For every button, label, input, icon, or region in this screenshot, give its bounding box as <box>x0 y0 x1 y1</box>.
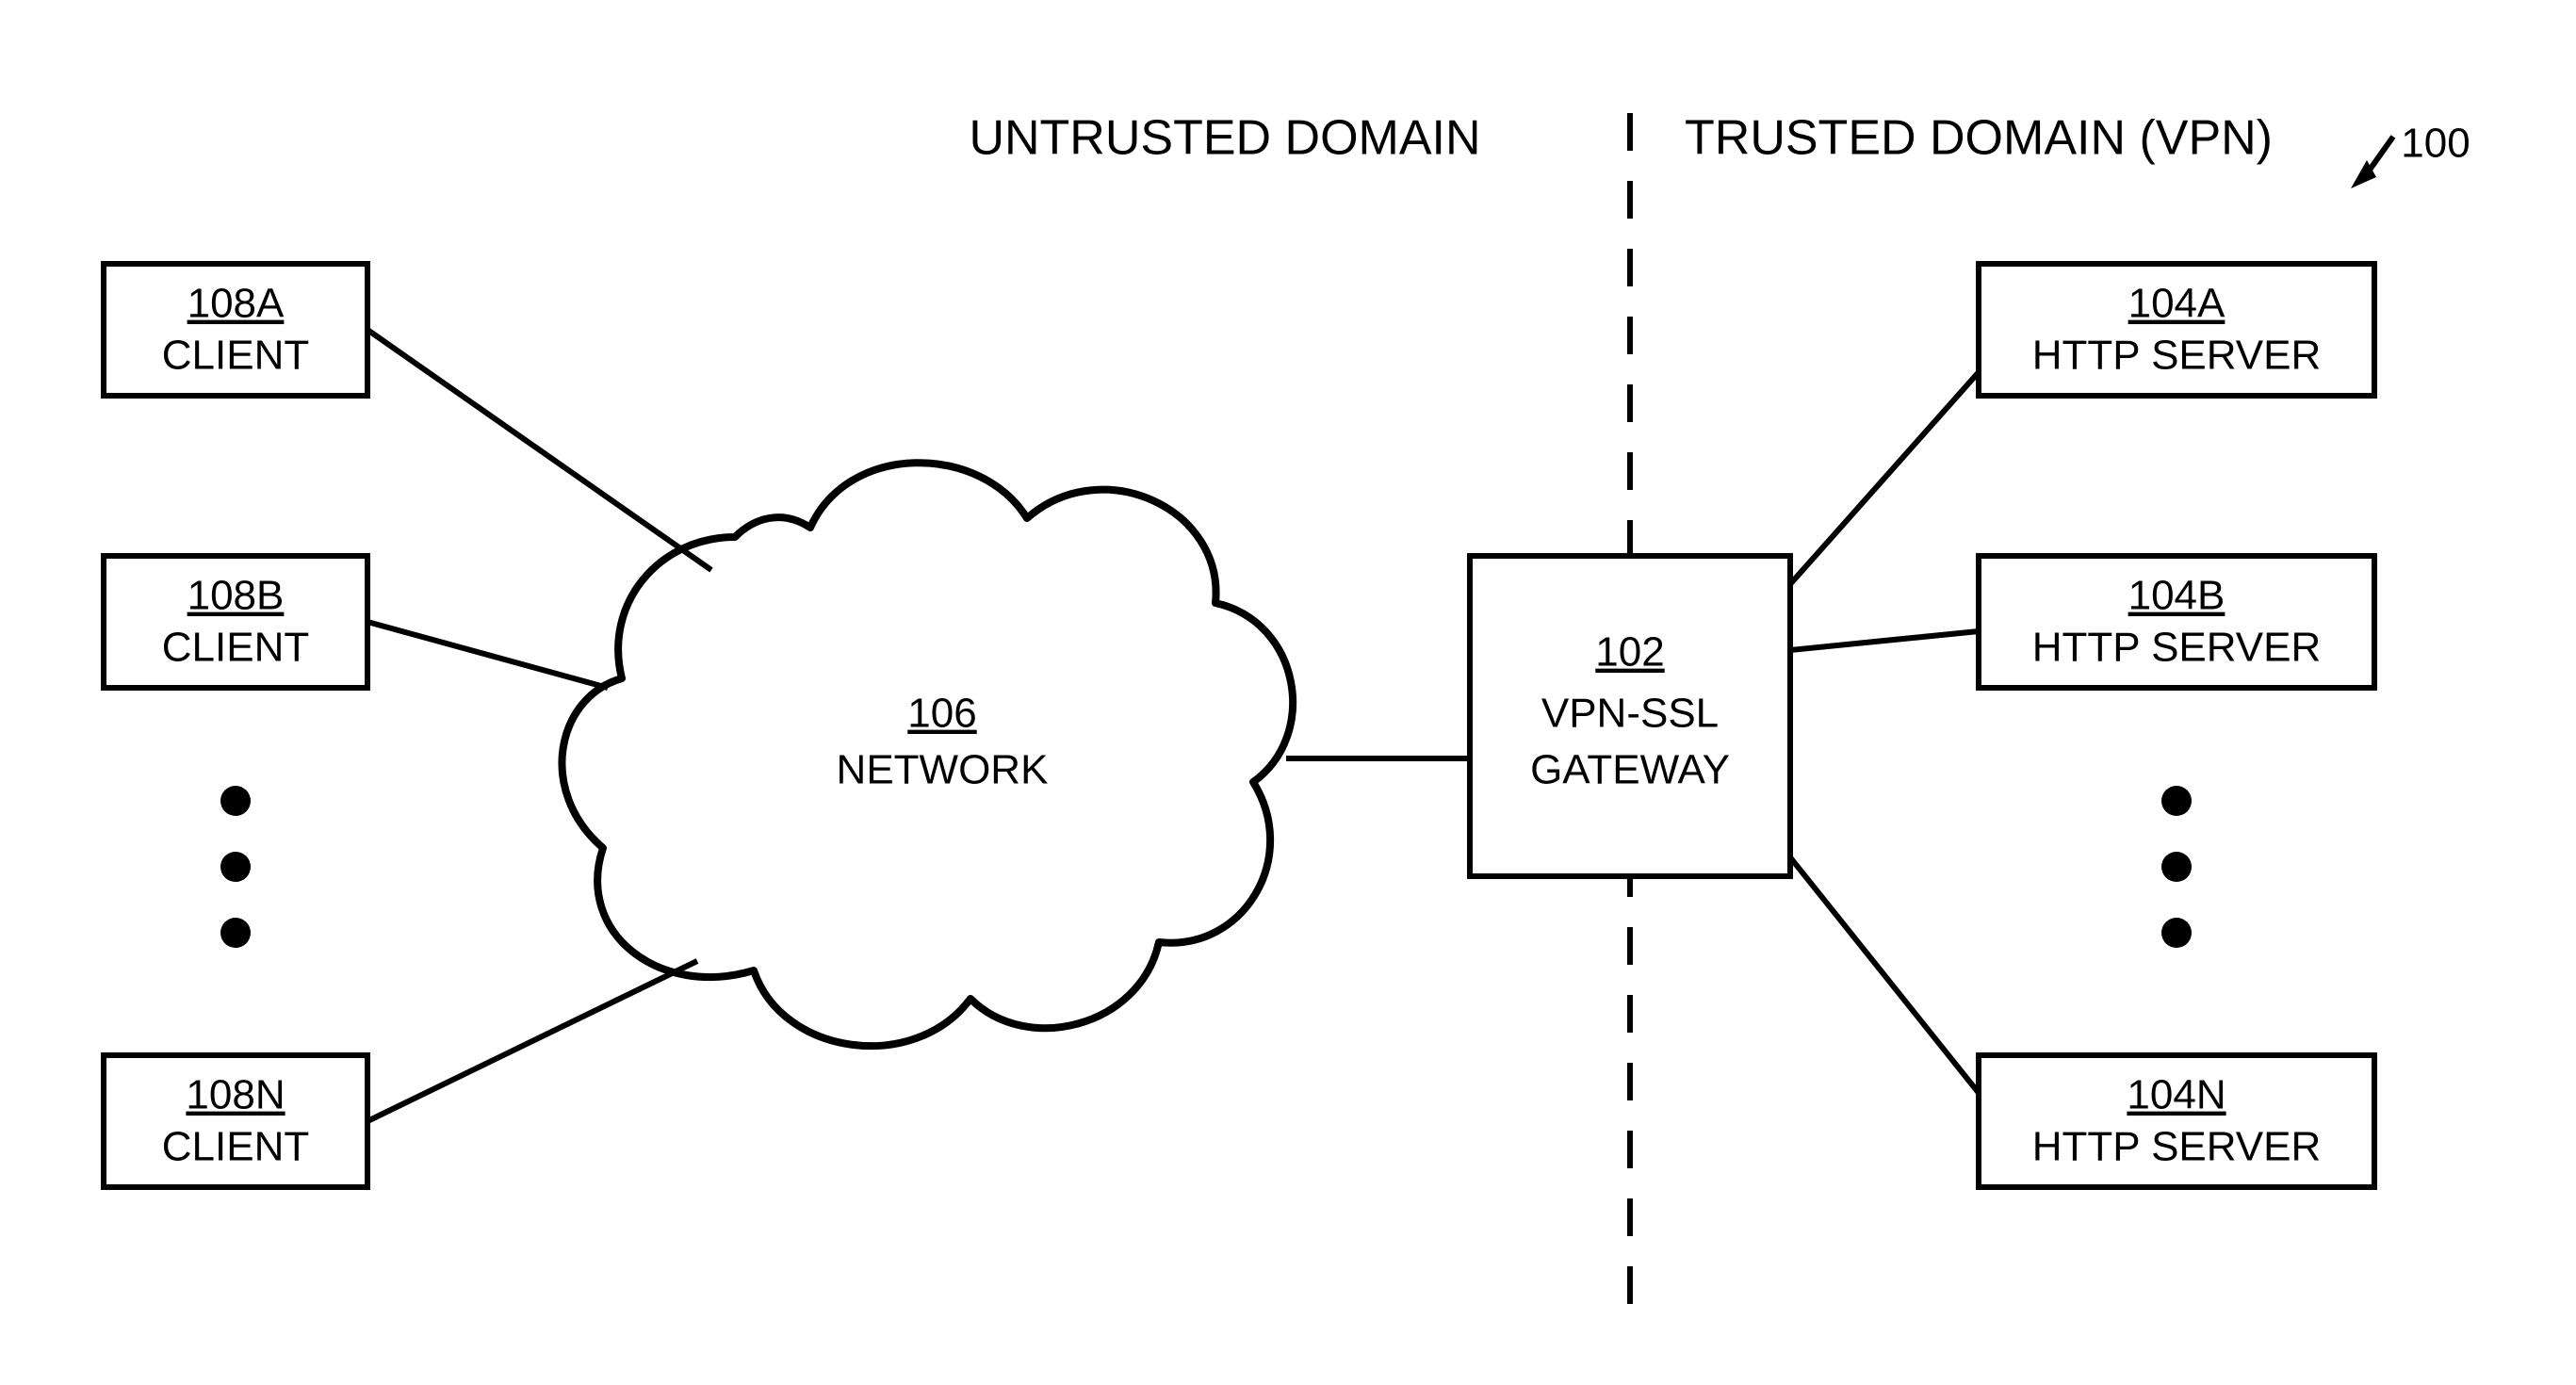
client-b-label: CLIENT <box>162 625 309 671</box>
server-ellipsis <box>2161 786 2192 948</box>
client-box-a: 108A CLIENT <box>104 264 367 396</box>
network-label: NETWORK <box>837 747 1049 793</box>
gateway-id: 102 <box>1595 629 1664 676</box>
server-a-label: HTTP SERVER <box>2032 333 2321 379</box>
server-box-a: 104A HTTP SERVER <box>1979 264 2374 396</box>
link-client-n-cloud <box>367 961 697 1121</box>
server-b-label: HTTP SERVER <box>2032 625 2321 671</box>
client-ellipsis <box>220 786 251 948</box>
server-box-b: 104B HTTP SERVER <box>1979 556 2374 688</box>
link-gateway-server-b <box>1790 631 1979 650</box>
link-client-b-cloud <box>367 622 608 688</box>
link-gateway-server-a <box>1790 372 1979 584</box>
server-b-id: 104B <box>2128 573 2225 619</box>
server-n-id: 104N <box>2127 1072 2225 1118</box>
client-box-n: 108N CLIENT <box>104 1055 367 1187</box>
gateway-label1: VPN-SSL <box>1541 691 1719 737</box>
gateway-box: 102 VPN-SSL GATEWAY <box>1470 556 1790 876</box>
figure-ref-marker: 100 <box>2351 121 2470 188</box>
server-a-id: 104A <box>2128 281 2225 327</box>
client-n-id: 108N <box>186 1072 285 1118</box>
client-a-id: 108A <box>187 281 285 327</box>
header-trusted: TRUSTED DOMAIN (VPN) <box>1685 111 2273 166</box>
server-n-label: HTTP SERVER <box>2032 1124 2321 1170</box>
client-box-b: 108B CLIENT <box>104 556 367 688</box>
network-id: 106 <box>907 691 976 737</box>
header-untrusted: UNTRUSTED DOMAIN <box>969 111 1480 166</box>
client-n-label: CLIENT <box>162 1124 309 1170</box>
figure-ref-text: 100 <box>2401 121 2470 167</box>
client-a-label: CLIENT <box>162 333 309 379</box>
client-b-id: 108B <box>187 573 285 619</box>
gateway-label2: GATEWAY <box>1530 747 1730 793</box>
network-cloud: 106 NETWORK <box>562 463 1293 1046</box>
server-box-n: 104N HTTP SERVER <box>1979 1055 2374 1187</box>
link-gateway-server-n <box>1790 857 1979 1093</box>
link-client-a-cloud <box>367 330 711 570</box>
